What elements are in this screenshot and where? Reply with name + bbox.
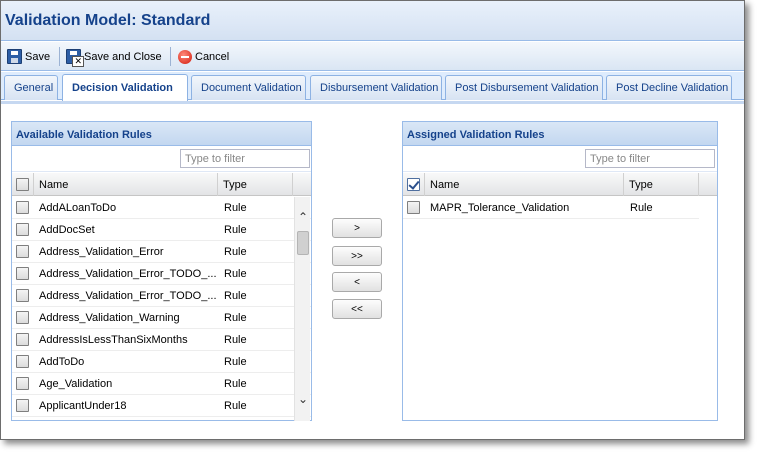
window-titlebar: Validation Model: Standard bbox=[1, 1, 744, 41]
row-checkbox[interactable] bbox=[16, 355, 29, 368]
tab-post-disbursement-validation[interactable]: Post Disbursement Validation bbox=[445, 75, 603, 100]
assigned-select-all-checkbox[interactable] bbox=[407, 178, 420, 191]
toolbar-separator bbox=[170, 47, 171, 66]
rule-type: Rule bbox=[224, 224, 247, 236]
assigned-grid-header: Name Type bbox=[403, 173, 717, 196]
validation-model-window: Validation Model: Standard Save Save and… bbox=[0, 0, 745, 440]
toolbar: Save Save and Close Cancel bbox=[1, 42, 744, 71]
toolbar-separator bbox=[59, 47, 60, 66]
rule-name: Address_Validation_Warning bbox=[39, 312, 180, 324]
available-select-all-checkbox[interactable] bbox=[16, 178, 29, 191]
rule-name: AddressIsLessThanSixMonths bbox=[39, 334, 188, 346]
cancel-button[interactable]: Cancel bbox=[178, 47, 229, 66]
save-icon bbox=[7, 49, 22, 64]
row-checkbox[interactable] bbox=[16, 333, 29, 346]
row-checkbox[interactable] bbox=[16, 267, 29, 280]
tab-strip: General Decision Validation Document Val… bbox=[1, 72, 744, 101]
tab-general[interactable]: General bbox=[4, 75, 58, 100]
rule-name: Address_Validation_Error_TODO_... bbox=[39, 290, 217, 302]
table-row[interactable]: Address_Validation_Warning Rule bbox=[12, 307, 311, 329]
available-col-name[interactable]: Name bbox=[34, 173, 218, 196]
rule-type: Rule bbox=[224, 290, 247, 302]
table-row[interactable]: AddALoanToDo Rule bbox=[12, 197, 311, 219]
scroll-down-icon[interactable]: ⌄ bbox=[297, 393, 309, 405]
rule-type: Rule bbox=[224, 334, 247, 346]
available-filter-row bbox=[12, 146, 311, 172]
table-row[interactable]: MAPR_Tolerance_Validation Rule bbox=[403, 197, 699, 219]
cancel-icon bbox=[178, 49, 192, 64]
assigned-filter-input[interactable] bbox=[585, 149, 715, 168]
save-and-close-label: Save and Close bbox=[84, 50, 162, 63]
row-checkbox[interactable] bbox=[16, 377, 29, 390]
table-row[interactable]: ApplicantUnder18 Rule bbox=[12, 395, 311, 417]
add-all-button[interactable]: >> bbox=[332, 246, 382, 266]
save-and-close-button[interactable]: Save and Close bbox=[66, 47, 162, 67]
window-title: Validation Model: Standard bbox=[5, 12, 211, 29]
table-row[interactable]: Address_Validation_Error_TODO_... Rule bbox=[12, 285, 311, 307]
table-row[interactable]: Address_Validation_Error Rule bbox=[12, 241, 311, 263]
tab-disbursement-validation[interactable]: Disbursement Validation bbox=[310, 75, 442, 100]
assigned-filter-row bbox=[403, 146, 717, 172]
row-checkbox[interactable] bbox=[16, 289, 29, 302]
save-label: Save bbox=[25, 50, 51, 63]
available-col-type[interactable]: Type bbox=[218, 173, 293, 196]
available-rules-panel: Available Validation Rules Name Type Add… bbox=[11, 121, 312, 421]
available-rules-title: Available Validation Rules bbox=[12, 122, 311, 146]
cancel-label: Cancel bbox=[195, 50, 230, 63]
row-checkbox[interactable] bbox=[407, 201, 420, 214]
tab-document-validation[interactable]: Document Validation bbox=[191, 75, 306, 100]
assigned-col-type[interactable]: Type bbox=[624, 173, 699, 196]
select-all-cell bbox=[403, 173, 425, 196]
assigned-rules-panel: Assigned Validation Rules Name Type MAPR… bbox=[402, 121, 718, 421]
available-grid-body: AddALoanToDo Rule AddDocSet Rule Address… bbox=[12, 197, 311, 421]
rule-type: Rule bbox=[224, 246, 247, 258]
rule-name: Address_Validation_Error bbox=[39, 246, 164, 258]
available-scrollbar[interactable]: ⌃ ⌄ bbox=[294, 197, 310, 421]
tab-decision-validation[interactable]: Decision Validation bbox=[62, 74, 188, 101]
available-filter-input[interactable] bbox=[180, 149, 310, 168]
rule-name: Age_Validation bbox=[39, 378, 113, 390]
rule-name: AddDocSet bbox=[39, 224, 95, 236]
remove-selected-button[interactable]: < bbox=[332, 272, 382, 292]
available-grid-header: Name Type bbox=[12, 173, 311, 196]
rule-type: Rule bbox=[224, 400, 247, 412]
rule-type: Rule bbox=[224, 356, 247, 368]
rule-type: Rule bbox=[224, 312, 247, 324]
assigned-col-name[interactable]: Name bbox=[425, 173, 624, 196]
table-row[interactable]: Address_Validation_Error_TODO_... Rule bbox=[12, 263, 311, 285]
scrollbar-thumb[interactable] bbox=[297, 231, 309, 255]
table-row[interactable]: AddressIsLessThanSixMonths Rule bbox=[12, 329, 311, 351]
add-selected-button[interactable]: > bbox=[332, 218, 382, 238]
table-row[interactable]: AddToDo Rule bbox=[12, 351, 311, 373]
row-checkbox[interactable] bbox=[16, 399, 29, 412]
select-all-cell bbox=[12, 173, 34, 196]
rule-type: Rule bbox=[224, 378, 247, 390]
save-close-icon bbox=[66, 49, 84, 67]
table-row[interactable]: Age_Validation Rule bbox=[12, 373, 311, 395]
rule-type: Rule bbox=[224, 268, 247, 280]
scroll-up-icon[interactable]: ⌃ bbox=[297, 211, 309, 223]
table-row[interactable]: AddDocSet Rule bbox=[12, 219, 311, 241]
rule-name: MAPR_Tolerance_Validation bbox=[430, 202, 570, 214]
assigned-rules-title: Assigned Validation Rules bbox=[403, 122, 717, 146]
rule-type: Rule bbox=[224, 202, 247, 214]
remove-all-button[interactable]: << bbox=[332, 299, 382, 319]
row-checkbox[interactable] bbox=[16, 245, 29, 258]
row-checkbox[interactable] bbox=[16, 223, 29, 236]
tab-post-decline-validation[interactable]: Post Decline Validation bbox=[606, 75, 732, 100]
rule-name: Address_Validation_Error_TODO_... bbox=[39, 268, 217, 280]
rule-name: AddALoanToDo bbox=[39, 202, 117, 214]
assigned-grid-body: MAPR_Tolerance_Validation Rule bbox=[403, 197, 717, 421]
row-checkbox[interactable] bbox=[16, 201, 29, 214]
rule-type: Rule bbox=[630, 202, 653, 214]
rule-name: AddToDo bbox=[39, 356, 85, 368]
row-checkbox[interactable] bbox=[16, 311, 29, 324]
rule-name: ApplicantUnder18 bbox=[39, 400, 127, 412]
save-button[interactable]: Save bbox=[7, 47, 50, 66]
